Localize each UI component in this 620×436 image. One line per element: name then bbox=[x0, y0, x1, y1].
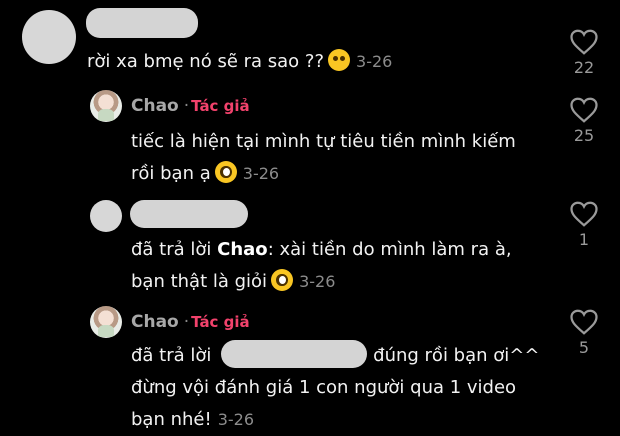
like-button[interactable]: 25 bbox=[564, 96, 604, 145]
heart-icon bbox=[570, 97, 598, 123]
comment-text: đã trả lời Chao: xài tiền do mình làm ra… bbox=[131, 239, 512, 292]
comment-text: tiếc là hiện tại mình tự tiêu tiền mình … bbox=[131, 131, 516, 184]
comment-author[interactable]: Chao · Tác giả bbox=[131, 96, 250, 116]
like-button[interactable]: 22 bbox=[564, 28, 604, 77]
redacted-username bbox=[130, 200, 248, 228]
pleading-face-icon bbox=[214, 161, 237, 183]
comment-author[interactable]: Chao · Tác giả bbox=[131, 312, 250, 332]
comment-time: 3-26 bbox=[242, 164, 280, 183]
redacted-username bbox=[86, 8, 198, 38]
comment-time: 3-26 bbox=[299, 272, 336, 291]
comment-time: 3-26 bbox=[356, 52, 393, 71]
author-avatar[interactable] bbox=[90, 306, 122, 338]
reply-mention[interactable]: Chao bbox=[217, 239, 268, 260]
like-count: 25 bbox=[573, 126, 595, 145]
like-count: 22 bbox=[573, 58, 595, 77]
flushed-face-icon bbox=[271, 269, 294, 291]
commenter-avatar[interactable] bbox=[22, 10, 76, 64]
heart-icon bbox=[570, 201, 598, 227]
comment-time: 3-26 bbox=[217, 410, 255, 429]
author-avatar[interactable] bbox=[90, 90, 122, 122]
comment-text: đã trả lời đúng rồi bạn ơi^^ đừng vội đá… bbox=[131, 340, 539, 436]
author-badge: Tác giả bbox=[191, 97, 250, 115]
like-count: 1 bbox=[578, 230, 590, 249]
like-count: 5 bbox=[578, 338, 590, 357]
like-button[interactable]: 5 bbox=[564, 308, 604, 357]
author-badge: Tác giả bbox=[191, 313, 250, 331]
heart-icon bbox=[570, 309, 598, 335]
comment-text: rời xa bmẹ nó sẽ ra sao ?? 3-26 bbox=[87, 49, 393, 72]
relieved-face-icon bbox=[328, 49, 351, 71]
like-button[interactable]: 1 bbox=[564, 200, 604, 249]
commenter-avatar[interactable] bbox=[90, 200, 122, 232]
redacted-mention bbox=[221, 340, 368, 368]
heart-icon bbox=[570, 29, 598, 55]
